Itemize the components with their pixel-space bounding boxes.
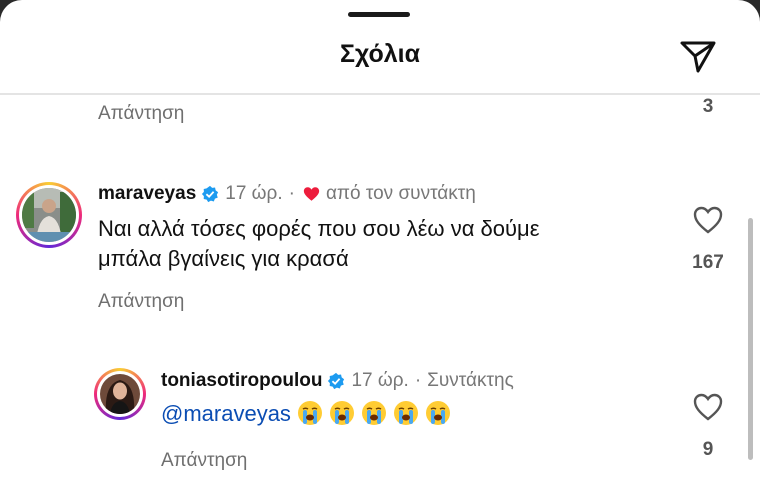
comment-username[interactable]: maraveyas: [98, 183, 196, 205]
reply-button[interactable]: Απάντηση: [98, 291, 184, 313]
loudly-crying-face-icon: [361, 401, 386, 425]
page-title: Σχόλια: [340, 40, 420, 68]
verified-badge-icon: [202, 185, 219, 203]
comment-text-line: Ναι αλλά τόσες φορές που σου λέω να δούμ…: [98, 216, 540, 241]
like-count: 9: [702, 439, 714, 460]
reply-button[interactable]: Απάντηση: [161, 450, 247, 472]
verified-badge-icon: [328, 372, 345, 390]
avatar[interactable]: [94, 368, 146, 420]
drag-handle[interactable]: [348, 12, 410, 17]
comments-sheet: Σχόλια Απάντηση 3 maraveyas 17 ώρ. · από…: [0, 0, 760, 479]
comment-text-line: μπάλα βγαίνεις για κρασά: [98, 246, 349, 271]
like-count: 167: [692, 252, 724, 273]
heart-outline-icon[interactable]: [692, 392, 724, 422]
separator-dot: ·: [414, 370, 422, 391]
reply-meta: toniasotiropoulou 17 ώρ. · Συντάκτης: [161, 370, 514, 392]
scrollbar[interactable]: [748, 218, 753, 460]
author-role-label: Συντάκτης: [427, 370, 514, 391]
reply-time: 17 ώρ.: [351, 370, 409, 391]
loudly-crying-face-icon: [297, 401, 322, 425]
creator-liked-heart-icon: [303, 187, 320, 201]
paper-plane-icon[interactable]: [678, 38, 718, 74]
heart-outline-icon[interactable]: [692, 205, 724, 235]
like-count: 3: [702, 96, 714, 117]
loudly-crying-face-icon: [425, 401, 450, 425]
loudly-crying-face-icon: [393, 401, 418, 425]
loudly-crying-face-icon: [329, 401, 354, 425]
comment-text: Ναι αλλά τόσες φορές που σου λέω να δούμ…: [98, 214, 540, 274]
reply-button[interactable]: Απάντηση: [98, 103, 184, 125]
comment-meta: maraveyas 17 ώρ. · από τον συντάκτη: [98, 183, 476, 205]
separator-dot: ·: [288, 183, 295, 204]
emoji-row: [291, 401, 451, 426]
header-divider: [0, 93, 760, 95]
creator-liked-label: από τον συντάκτη: [325, 183, 476, 204]
reply-text: @maraveyas: [161, 399, 451, 429]
comment-time: 17 ώρ.: [225, 183, 283, 204]
mention-link[interactable]: @maraveyas: [161, 401, 291, 426]
reply-username[interactable]: toniasotiropoulou: [161, 370, 322, 392]
avatar-photo: [100, 374, 140, 414]
avatar[interactable]: [16, 182, 82, 248]
avatar-photo: [22, 188, 76, 242]
